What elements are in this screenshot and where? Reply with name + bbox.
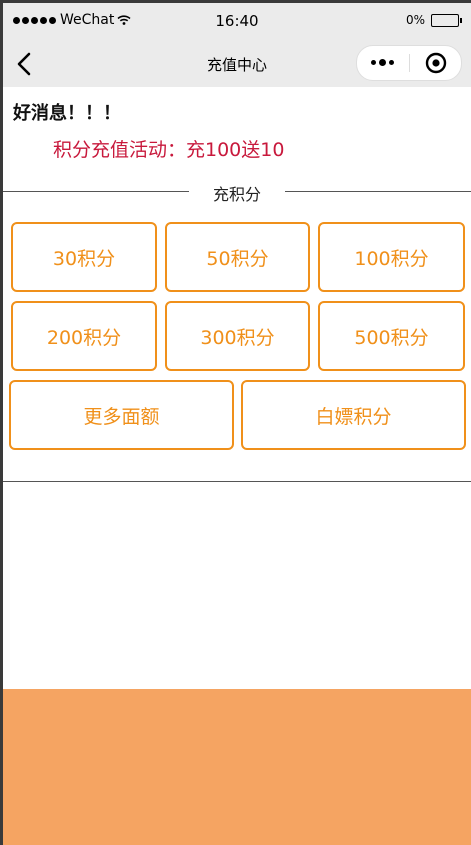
promo-text: 积分充值活动：充100送10	[53, 139, 285, 161]
more-options-icon[interactable]	[371, 59, 394, 66]
status-bar: WeChat 16:40 0%	[3, 3, 471, 41]
option-500-button[interactable]: 500积分	[318, 301, 465, 371]
phone-screen: WeChat 16:40 0% 充值中心 好消息！！！ 积分充值活动：充100送…	[3, 3, 471, 845]
footer-panel	[3, 689, 471, 845]
option-300-button[interactable]: 300积分	[165, 301, 310, 371]
close-mini-program-icon[interactable]	[425, 52, 447, 74]
mini-program-capsule	[356, 45, 462, 81]
free-points-button[interactable]: 白嫖积分	[241, 380, 466, 450]
capsule-divider	[409, 54, 410, 72]
battery-icon	[431, 13, 462, 27]
news-heading: 好消息！！！	[13, 103, 121, 124]
status-time: 16:40	[215, 12, 259, 30]
section-title: 充积分	[212, 185, 261, 204]
divider-line-left	[3, 191, 189, 192]
content-divider	[3, 481, 471, 482]
navigation-bar: 充值中心	[3, 41, 471, 87]
option-200-button[interactable]: 200积分	[11, 301, 157, 371]
option-100-button[interactable]: 100积分	[318, 222, 465, 292]
option-30-button[interactable]: 30积分	[11, 222, 157, 292]
divider-line-right	[285, 191, 471, 192]
option-50-button[interactable]: 50积分	[165, 222, 310, 292]
battery-percent: 0%	[405, 13, 425, 27]
battery-group: 0%	[405, 13, 462, 27]
more-amounts-button[interactable]: 更多面额	[9, 380, 234, 450]
section-divider: 充积分	[3, 181, 471, 204]
